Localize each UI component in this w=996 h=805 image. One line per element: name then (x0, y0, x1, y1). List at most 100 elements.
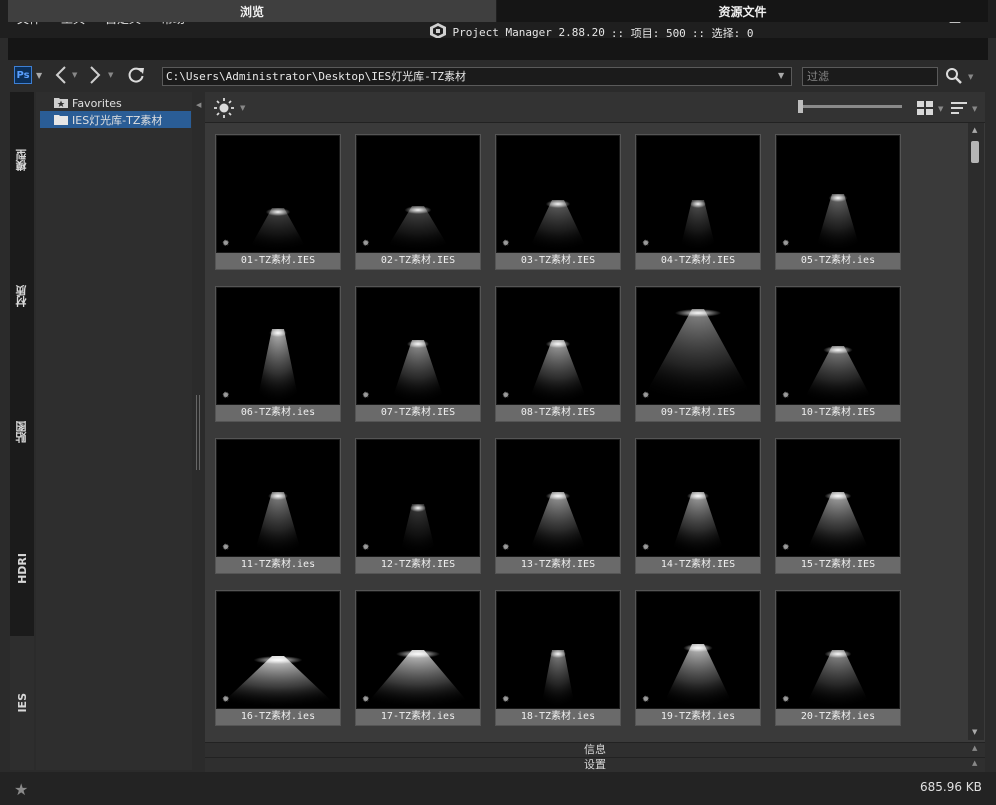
ies-thumbnail-card[interactable]: ✹ 02-TZ素材.IES (355, 134, 481, 270)
favorite-star-icon[interactable]: ★ (14, 780, 28, 799)
thumbnail-filename: 04-TZ素材.IES (636, 253, 760, 269)
thumbnail-filename: 20-TZ素材.ies (776, 709, 900, 725)
app-dropdown-icon[interactable]: ▼ (36, 71, 42, 80)
photoshop-app-button[interactable]: Ps (14, 66, 32, 84)
grid-scrollbar[interactable] (968, 123, 984, 740)
ies-thumbnail-card[interactable]: ✹ 11-TZ素材.ies (215, 438, 341, 574)
bulb-icon: ✹ (502, 695, 510, 705)
vtab-ies[interactable]: IES (10, 636, 34, 770)
thumbnail-filename: 08-TZ素材.IES (496, 405, 620, 421)
ies-light-preview: ✹ (217, 592, 339, 708)
sort-dropdown-icon[interactable]: ▼ (972, 105, 977, 113)
ies-thumbnail-card[interactable]: ✹ 06-TZ素材.ies (215, 286, 341, 422)
ies-light-preview: ✹ (497, 136, 619, 252)
tab-resources[interactable]: 资源文件 (497, 0, 988, 22)
thumbnail-filename: 10-TZ素材.IES (776, 405, 900, 421)
ies-thumbnail-card[interactable]: ✹ 16-TZ素材.ies (215, 590, 341, 726)
path-input[interactable]: C:\Users\Administrator\Desktop\IES灯光库-TZ… (162, 67, 792, 86)
ies-light-preview: ✹ (357, 440, 479, 556)
folder-tree (36, 92, 192, 770)
tree-item-ies-folder[interactable]: IES灯光库-TZ素材 (54, 112, 162, 128)
star-folder-icon (54, 96, 68, 111)
thumbnail-filename: 18-TZ素材.ies (496, 709, 620, 725)
ies-thumbnail-card[interactable]: ✹ 03-TZ素材.IES (495, 134, 621, 270)
light-icon[interactable] (213, 97, 235, 122)
vtab-materials[interactable]: 材质 (10, 228, 34, 364)
info-expand-icon[interactable]: ▲ (972, 744, 977, 752)
tree-item-favorites[interactable]: Favorites (54, 95, 122, 111)
settings-panel-header[interactable]: 设置 (205, 757, 985, 772)
ies-light-preview: ✹ (357, 592, 479, 708)
slider-handle[interactable] (798, 100, 803, 113)
sort-icon[interactable] (950, 100, 968, 119)
ies-thumbnail-card[interactable]: ✹ 14-TZ素材.IES (635, 438, 761, 574)
ies-thumbnail-card[interactable]: ✹ 07-TZ素材.IES (355, 286, 481, 422)
thumbnail-filename: 13-TZ素材.IES (496, 557, 620, 573)
ies-thumbnail-card[interactable]: ✹ 01-TZ素材.IES (215, 134, 341, 270)
bulb-icon: ✹ (362, 695, 370, 705)
vtab-hdri[interactable]: HDRI (10, 500, 34, 636)
scroll-up-icon[interactable]: ▲ (972, 126, 977, 134)
back-arrow-icon[interactable] (52, 64, 70, 89)
thumbnail-filename: 07-TZ素材.IES (356, 405, 480, 421)
ies-light-preview: ✹ (357, 136, 479, 252)
bulb-icon: ✹ (222, 543, 230, 553)
forward-arrow-icon[interactable] (86, 64, 104, 89)
back-dropdown-icon[interactable]: ▼ (72, 71, 77, 79)
ies-thumbnail-card[interactable]: ✹ 08-TZ素材.IES (495, 286, 621, 422)
ies-light-preview: ✹ (497, 288, 619, 404)
thumbnail-filename: 19-TZ素材.ies (636, 709, 760, 725)
collapse-tree-icon[interactable]: ◀ (196, 101, 201, 109)
ies-light-preview: ✹ (637, 592, 759, 708)
grid-view-icon[interactable] (916, 100, 934, 119)
path-dropdown-icon[interactable]: ▼ (778, 71, 784, 80)
thumbnail-filename: 01-TZ素材.IES (216, 253, 340, 269)
info-panel-header[interactable]: 信息 (205, 742, 985, 757)
bulb-icon: ✹ (222, 391, 230, 401)
refresh-icon[interactable] (126, 65, 146, 88)
ies-thumbnail-card[interactable]: ✹ 12-TZ素材.IES (355, 438, 481, 574)
settings-expand-icon[interactable]: ▲ (972, 759, 977, 767)
ies-thumbnail-card[interactable]: ✹ 17-TZ素材.ies (355, 590, 481, 726)
thumbnail-filename: 02-TZ素材.IES (356, 253, 480, 269)
forward-dropdown-icon[interactable]: ▼ (108, 71, 113, 79)
splitter-grip[interactable] (196, 395, 200, 470)
ies-thumbnail-card[interactable]: ✹ 05-TZ素材.ies (775, 134, 901, 270)
thumbnail-filename: 16-TZ素材.ies (216, 709, 340, 725)
thumbnail-filename: 12-TZ素材.IES (356, 557, 480, 573)
scrollbar-thumb[interactable] (971, 141, 979, 163)
ies-thumbnail-card[interactable]: ✹ 04-TZ素材.IES (635, 134, 761, 270)
view-dropdown-icon[interactable]: ▼ (938, 105, 943, 113)
ies-light-preview: ✹ (217, 440, 339, 556)
light-dropdown-icon[interactable]: ▼ (240, 104, 245, 112)
ies-thumbnail-card[interactable]: ✹ 19-TZ素材.ies (635, 590, 761, 726)
vtab-textures[interactable]: 贴图 (10, 364, 34, 500)
search-icon[interactable] (945, 67, 963, 88)
bulb-icon: ✹ (362, 239, 370, 249)
ies-thumbnail-card[interactable]: ✹ 09-TZ素材.IES (635, 286, 761, 422)
ies-light-preview: ✹ (637, 440, 759, 556)
bulb-icon: ✹ (642, 239, 650, 249)
ies-thumbnail-card[interactable]: ✹ 18-TZ素材.ies (495, 590, 621, 726)
scroll-down-icon[interactable]: ▼ (972, 728, 977, 736)
ies-light-preview: ✹ (217, 136, 339, 252)
tab-browse[interactable]: 浏览 (8, 0, 496, 22)
ies-light-preview: ✹ (777, 288, 899, 404)
thumbnail-size-slider[interactable] (800, 105, 902, 108)
ies-light-preview: ✹ (637, 136, 759, 252)
ies-thumbnail-card[interactable]: ✹ 13-TZ素材.IES (495, 438, 621, 574)
thumbnail-filename: 14-TZ素材.IES (636, 557, 760, 573)
filter-input[interactable]: 过滤 (802, 67, 938, 86)
ies-thumbnail-card[interactable]: ✹ 10-TZ素材.IES (775, 286, 901, 422)
bulb-icon: ✹ (782, 391, 790, 401)
ies-thumbnail-card[interactable]: ✹ 20-TZ素材.ies (775, 590, 901, 726)
bulb-icon: ✹ (502, 239, 510, 249)
ies-thumbnail-card[interactable]: ✹ 15-TZ素材.IES (775, 438, 901, 574)
thumbnail-filename: 06-TZ素材.ies (216, 405, 340, 421)
search-dropdown-icon[interactable]: ▼ (968, 73, 973, 81)
view-tabs (8, 38, 988, 60)
thumbnail-grid: ✹ 01-TZ素材.IES ✹ 02-TZ素材.IES ✹ 03-TZ素材.IES ✹ 04-… (205, 123, 967, 740)
bulb-icon: ✹ (222, 239, 230, 249)
bulb-icon: ✹ (782, 695, 790, 705)
vtab-models[interactable]: 模型 (10, 92, 34, 228)
